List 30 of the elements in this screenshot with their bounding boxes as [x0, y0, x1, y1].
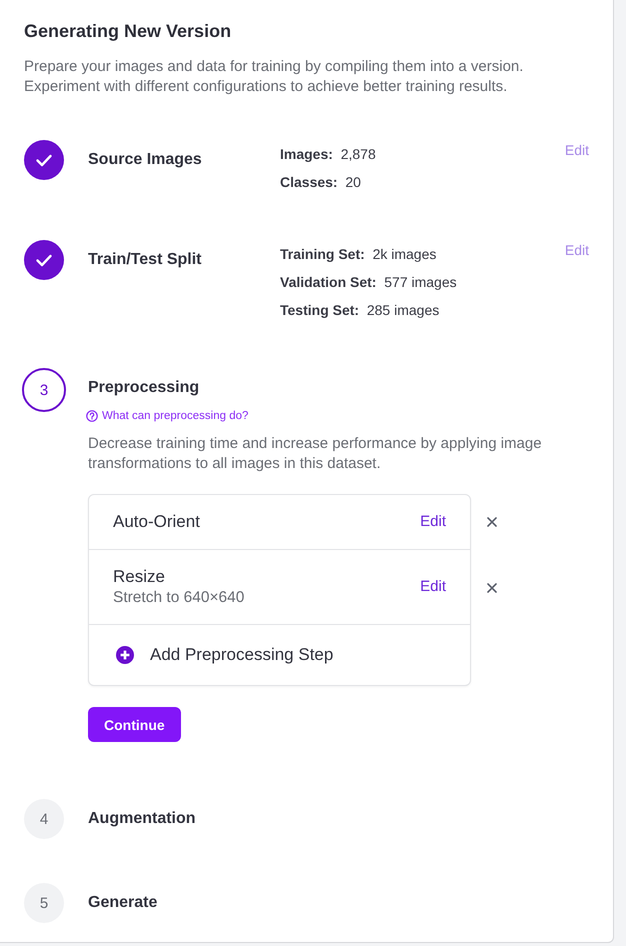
- step-detail: Images: 2,878: [280, 145, 376, 164]
- close-icon: [487, 582, 497, 592]
- close-icon: [487, 517, 497, 527]
- continue-button[interactable]: Continue: [88, 707, 181, 742]
- step-title: Generate: [88, 893, 158, 913]
- option-setting: Stretch to 640×640: [113, 588, 246, 608]
- remove-button[interactable]: [485, 515, 499, 529]
- step-detail: Training Set: 2k images: [280, 245, 436, 264]
- step-number: 5: [24, 883, 64, 923]
- option-name: Auto-Orient: [113, 511, 201, 533]
- step-title: Train/Test Split: [88, 250, 202, 270]
- help-icon: [86, 410, 98, 422]
- add-step-button[interactable]: Add Preprocessing Step: [116, 644, 334, 666]
- step-detail: Validation Set: 577 images: [280, 273, 457, 292]
- edit-link[interactable]: Edit: [420, 577, 446, 597]
- page-description: Prepare your images and data for training by compiling them into a version. Experiment with different configurations to achieve better training results.: [24, 57, 524, 97]
- option-name: Resize: [113, 566, 166, 588]
- step-detail: Classes: 20: [280, 173, 361, 192]
- step-title: Augmentation: [88, 809, 197, 829]
- edit-link[interactable]: Edit: [420, 512, 446, 532]
- remove-button[interactable]: [485, 580, 499, 594]
- step-title: Preprocessing: [88, 378, 200, 398]
- page-title: Generating New Version: [24, 20, 232, 43]
- step-number: 3: [22, 368, 66, 412]
- step-detail: Testing Set: 285 images: [280, 301, 440, 320]
- step-number: 4: [24, 799, 64, 839]
- step-title: Source Images: [88, 150, 203, 170]
- plus-circle-icon: [116, 646, 134, 664]
- help-link[interactable]: What can preprocessing do?: [86, 408, 248, 424]
- step-description: Decrease training time and increase performance by applying image transformations to all images in this dataset.: [88, 434, 543, 474]
